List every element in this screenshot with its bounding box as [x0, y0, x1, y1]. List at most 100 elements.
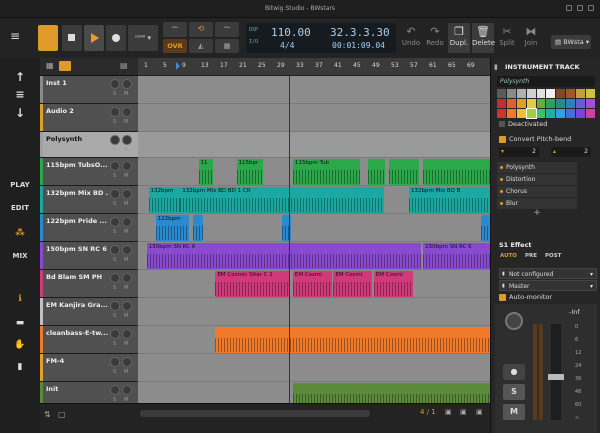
color-swatch[interactable]	[506, 89, 516, 98]
track-pan-knob[interactable]	[122, 161, 132, 171]
track-volume-knob[interactable]	[110, 189, 120, 199]
color-swatch[interactable]	[526, 89, 536, 98]
track-header[interactable]: Bd Blam SM PH S M	[40, 270, 138, 298]
track-volume-knob[interactable]	[110, 217, 120, 227]
track-volume-knob[interactable]	[110, 161, 120, 171]
track-lane[interactable]	[138, 298, 490, 326]
clip[interactable]	[215, 327, 490, 353]
clip[interactable]: 132bpm Mix BD BD 1 CR	[180, 187, 385, 213]
edit-button-delete[interactable]: 🗑 Delete	[472, 23, 495, 53]
mute-icon[interactable]: M	[124, 341, 128, 347]
add-device-button[interactable]: +	[497, 208, 577, 218]
clip[interactable]	[192, 215, 204, 241]
track-volume-knob[interactable]	[110, 135, 120, 145]
track-lane[interactable]	[138, 354, 490, 382]
zoom-scrollbar[interactable]	[140, 410, 370, 417]
track-lane[interactable]	[138, 132, 490, 158]
track-pan-knob[interactable]	[122, 301, 132, 311]
solo-icon[interactable]: S	[113, 369, 116, 375]
track-volume-knob[interactable]	[110, 385, 120, 395]
clip[interactable]: 11	[198, 159, 213, 185]
color-swatch[interactable]	[536, 89, 546, 98]
track-pan-knob[interactable]	[122, 357, 132, 367]
volume-fader-handle[interactable]	[548, 374, 564, 380]
edit-button-dupl[interactable]: ❐ Dupl.	[448, 23, 470, 53]
color-palette[interactable]	[497, 89, 595, 119]
position-display[interactable]: 32.3.3.30	[330, 26, 390, 39]
solo-icon[interactable]: S	[113, 229, 116, 235]
send-mode-auto[interactable]: AUTO	[497, 252, 520, 260]
clip[interactable]: 150bpm SN RC 6	[423, 243, 490, 269]
mute-icon[interactable]: M	[124, 257, 128, 263]
output-select[interactable]: ▮ Master ▾	[499, 280, 597, 291]
color-swatch[interactable]	[586, 99, 595, 108]
mute-icon[interactable]: M	[124, 285, 128, 291]
pan-knob[interactable]	[505, 312, 523, 330]
minimize-icon[interactable]	[566, 5, 572, 11]
track-header[interactable]: EM Kanjira Gra... S M	[40, 298, 138, 326]
solo-icon[interactable]: S	[113, 285, 116, 291]
color-swatch[interactable]	[546, 99, 556, 108]
maximize-icon[interactable]	[577, 5, 583, 11]
fit-icon[interactable]: ▣	[476, 408, 483, 416]
solo-icon[interactable]: S	[113, 313, 116, 319]
clip[interactable]	[481, 215, 490, 241]
track-volume-knob[interactable]	[110, 329, 120, 339]
timeline-ruler[interactable]: 1 5 9 13 17 21 25 29 33 37 41 45 49 53 57 61 65 69	[138, 58, 490, 76]
playhead-marker-icon[interactable]	[176, 62, 180, 70]
track-header[interactable]: Audio 2 S M	[40, 104, 138, 132]
mute-icon[interactable]: M	[124, 201, 128, 207]
track-pan-knob[interactable]	[122, 273, 132, 283]
clip[interactable]	[367, 159, 386, 185]
mute-icon[interactable]: M	[124, 369, 128, 375]
automation-write-button[interactable]: ᵒᴬᵂ ▾	[128, 25, 158, 51]
track-volume-knob[interactable]	[110, 301, 120, 311]
track-lane[interactable]	[138, 104, 490, 132]
color-swatch[interactable]	[586, 109, 595, 118]
track-pan-knob[interactable]	[122, 79, 132, 89]
options-icon[interactable]: ▤	[120, 61, 128, 70]
grid-icon[interactable]	[38, 25, 58, 51]
mute-icon[interactable]: M	[124, 313, 128, 319]
send-mode-pre[interactable]: PRE	[522, 252, 540, 260]
color-swatch[interactable]	[516, 109, 526, 118]
close-icon[interactable]	[588, 5, 594, 11]
volume-fader-track[interactable]	[551, 324, 561, 420]
track-volume-knob[interactable]	[110, 107, 120, 117]
color-swatch[interactable]	[556, 99, 566, 108]
color-swatch[interactable]	[546, 89, 556, 98]
edit-button-join[interactable]: ⧓ Join	[520, 23, 542, 53]
color-swatch[interactable]	[566, 109, 576, 118]
inspector-toggle-icon[interactable]: ▮	[494, 63, 498, 71]
time-signature[interactable]: 4/4	[280, 41, 294, 50]
edit-button-undo[interactable]: ↶ Undo	[400, 23, 422, 53]
color-swatch[interactable]	[536, 99, 546, 108]
mute-icon[interactable]: M	[124, 91, 128, 97]
color-swatch[interactable]	[516, 89, 526, 98]
overdub-button[interactable]: OVR	[163, 39, 187, 53]
color-swatch[interactable]	[526, 99, 536, 108]
color-swatch[interactable]	[497, 109, 506, 118]
fade-out-icon[interactable]: ∼	[215, 22, 239, 37]
edit-button-split[interactable]: ✂ Split	[496, 23, 518, 53]
project-select[interactable]: ▤ BWsta ▾	[551, 35, 591, 49]
solo-button[interactable]: S	[503, 384, 525, 400]
list-icon[interactable]: ≡	[0, 88, 40, 101]
track-header[interactable]: Polysynth S M	[40, 132, 138, 158]
device-item[interactable]: Polysynth	[497, 162, 577, 173]
pitchbend-down-field[interactable]: ▾ 2	[499, 147, 539, 157]
color-swatch[interactable]	[497, 99, 506, 108]
mute-icon[interactable]: M	[124, 229, 128, 235]
color-swatch[interactable]	[576, 99, 586, 108]
track-pan-knob[interactable]	[122, 217, 132, 227]
clip[interactable]: EM Cosmi	[292, 271, 332, 297]
clip[interactable]: 122bpm	[155, 215, 190, 241]
track-volume-knob[interactable]	[110, 79, 120, 89]
color-swatch[interactable]	[516, 99, 526, 108]
color-swatch[interactable]	[506, 109, 516, 118]
mix-view-button[interactable]: MIX	[0, 252, 40, 260]
track-volume-knob[interactable]	[110, 357, 120, 367]
device-icon[interactable]: ▮	[0, 362, 40, 372]
info-icon[interactable]: ℹ	[0, 294, 40, 304]
input-select[interactable]: ▮ Not configured ▾	[499, 268, 597, 279]
